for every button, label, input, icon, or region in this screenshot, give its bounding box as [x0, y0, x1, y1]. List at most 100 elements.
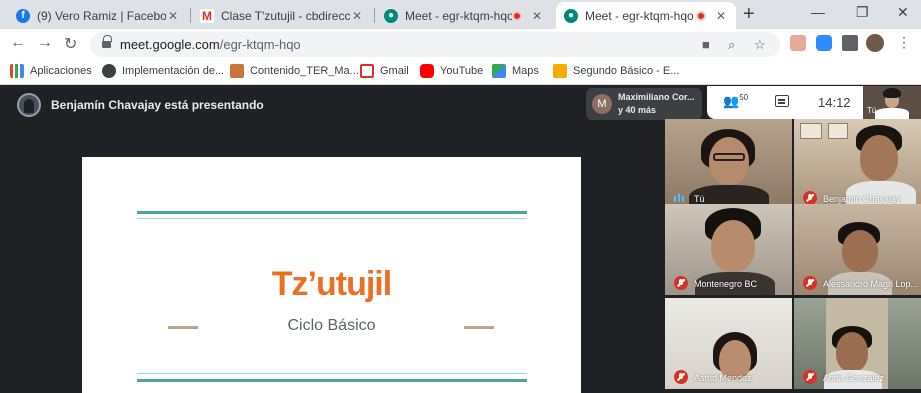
zoom-icon[interactable]: ⌕: [728, 37, 735, 53]
extensions-puzzle-icon[interactable]: [842, 35, 858, 51]
recording-indicator-icon: [696, 10, 706, 21]
participant-name: Benjamin Chavajay: [823, 194, 901, 204]
bookmark-youtube[interactable]: YouTube: [420, 64, 483, 78]
slide-bottom-line: [137, 379, 527, 382]
lock-icon[interactable]: [102, 35, 112, 49]
pdf-extension-icon[interactable]: [790, 35, 806, 51]
recording-indicator-icon: [512, 10, 522, 21]
participant-tile[interactable]: Anita Gonzalez: [794, 298, 921, 389]
new-tab-button[interactable]: +: [743, 4, 755, 24]
browser-tab-meet-active[interactable]: ● Meet - egr-ktqm-hqo ✕: [556, 2, 736, 29]
url-host: meet.google.com: [120, 37, 220, 52]
box-icon: [230, 64, 244, 78]
participant-avatar: M: [592, 94, 612, 114]
zoom-extension-icon[interactable]: [816, 35, 832, 51]
person-figure: [709, 137, 749, 185]
speaking-indicator-icon: [674, 193, 686, 204]
bookmarks-bar: Aplicaciones Implementación de... Conten…: [0, 59, 921, 85]
mic-muted-icon: [803, 370, 817, 384]
participant-name: Maximiliano Cor...: [618, 92, 695, 102]
youtube-icon: [420, 64, 434, 78]
profile-avatar[interactable]: [866, 34, 884, 52]
slide-bottom-thin-line: [137, 373, 527, 374]
mic-muted-icon: [674, 276, 688, 290]
person-hair: [883, 88, 901, 98]
meeting-clock: 14:12: [818, 95, 851, 110]
tab-title: Meet - egr-ktqm-hqo: [405, 8, 512, 23]
close-tab-icon[interactable]: ✕: [166, 9, 180, 23]
participant-tile[interactable]: Alessandro Magri Lop...: [794, 204, 921, 295]
person-figure: [711, 220, 755, 272]
participant-tile[interactable]: Montenegro BC: [665, 204, 792, 295]
bookmark-star-icon[interactable]: ☆: [754, 37, 766, 53]
bookmark-maps[interactable]: Maps: [492, 64, 539, 78]
url-path: /egr-ktqm-hqo: [219, 37, 301, 52]
participant-more: y 40 más: [618, 105, 657, 115]
bookmark-label: Implementación de...: [122, 65, 225, 77]
browser-tab-gmail[interactable]: M Clase T'zutujil - cbdireccionb ✕: [192, 2, 372, 29]
participant-name: Astrid Mendez: [694, 373, 752, 383]
mic-muted-icon: [803, 191, 817, 205]
presenter-avatar: [17, 93, 41, 117]
bookmark-implementacion[interactable]: Implementación de...: [102, 64, 224, 78]
participant-tile[interactable]: Benjamin Chavajay: [794, 119, 921, 210]
bookmark-contenido[interactable]: Contenido_TER_Ma...: [230, 64, 359, 78]
address-bar[interactable]: meet.google.com/egr-ktqm-hqo ■ ⌕ ☆: [90, 32, 780, 57]
people-button[interactable]: 👥50: [723, 93, 748, 109]
self-preview-label: Tú: [867, 106, 877, 115]
browser-tab-facebook[interactable]: f (9) Vero Ramiz | Facebook ✕: [8, 2, 188, 29]
presenter-bar: Benjamín Chavajay está presentando: [0, 86, 664, 156]
bookmark-label: Gmail: [380, 65, 409, 77]
browser-tab-strip: f (9) Vero Ramiz | Facebook ✕ M Clase T'…: [0, 0, 921, 29]
slide-top-line: [137, 211, 527, 214]
bookmark-label: Maps: [512, 65, 539, 77]
close-tab-icon[interactable]: ✕: [714, 9, 728, 23]
bookmark-label: Aplicaciones: [30, 65, 92, 77]
forward-button[interactable]: →: [37, 34, 53, 52]
wall-frame-shape: [828, 123, 848, 139]
meet-icon: ●: [564, 8, 578, 23]
person-figure: [860, 135, 898, 181]
participant-chip[interactable]: M Maximiliano Cor... y 40 más: [586, 88, 702, 120]
participant-tile[interactable]: Astrid Mendez: [665, 298, 792, 389]
slide-title: Tz’utujil: [271, 265, 392, 303]
close-tab-icon[interactable]: ✕: [350, 9, 364, 23]
browser-menu-icon[interactable]: ⋮: [897, 34, 911, 51]
meet-top-controls: 👥50 14:12: [707, 86, 863, 119]
tab-title: (9) Vero Ramiz | Facebook: [37, 8, 166, 23]
bookmark-apps[interactable]: Aplicaciones: [10, 64, 92, 78]
reload-button[interactable]: ↻: [64, 34, 77, 54]
close-tab-icon[interactable]: ✕: [530, 9, 544, 23]
tab-title: Meet - egr-ktqm-hqo: [585, 8, 694, 23]
gmail-icon: [360, 64, 374, 78]
back-button[interactable]: ←: [10, 34, 26, 52]
participant-name: Tú: [694, 194, 705, 204]
mic-muted-icon: [803, 276, 817, 290]
gba-icon: [102, 64, 116, 78]
gmail-icon: M: [200, 8, 214, 23]
person-figure: [836, 332, 868, 372]
people-count: 50: [739, 93, 749, 102]
slide-subtitle: Ciclo Básico: [287, 317, 376, 334]
camera-icon[interactable]: ■: [702, 37, 710, 52]
close-window-button[interactable]: ✕: [897, 4, 909, 21]
bookmark-segundo-basico[interactable]: Segundo Básico - E...: [553, 64, 679, 78]
browser-toolbar: ← → ↻ meet.google.com/egr-ktqm-hqo ■ ⌕ ☆…: [0, 29, 921, 59]
restore-button[interactable]: ❐: [856, 4, 869, 21]
wall-frame-shape: [800, 123, 822, 139]
participant-tile[interactable]: Tú: [665, 119, 792, 210]
tab-separator: [190, 8, 191, 23]
bookmark-gmail[interactable]: Gmail: [360, 64, 409, 78]
participant-name: Alessandro Magri Lop...: [823, 279, 919, 289]
presentation-slide: Tz’utujil Ciclo Básico: [82, 157, 581, 393]
browser-tab-meet[interactable]: ● Meet - egr-ktqm-hqo ✕: [376, 2, 552, 29]
people-icon: 👥: [723, 93, 740, 109]
tab-title: Clase T'zutujil - cbdireccionb: [221, 8, 350, 23]
participant-name: Montenegro BC: [694, 279, 758, 289]
slide-right-dash: [464, 326, 494, 329]
mic-muted-icon: [674, 370, 688, 384]
bookmark-label: YouTube: [440, 65, 484, 77]
minimize-button[interactable]: —: [811, 4, 825, 20]
person-figure: [842, 230, 878, 272]
chat-icon[interactable]: [775, 95, 789, 107]
